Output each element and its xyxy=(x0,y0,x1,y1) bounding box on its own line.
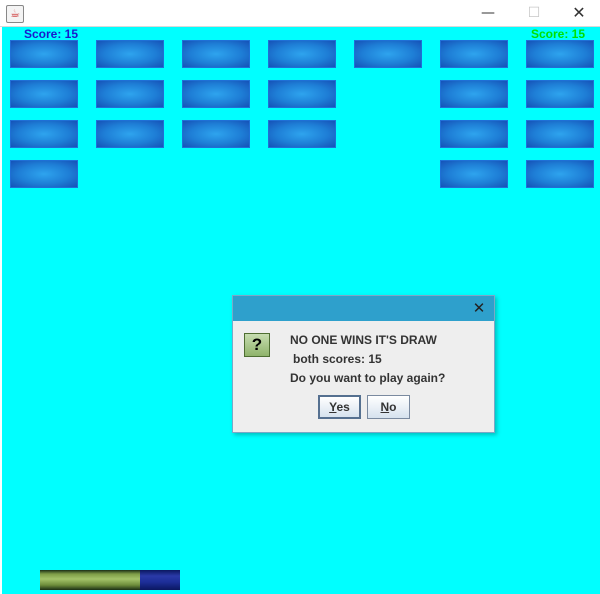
close-button[interactable]: ✕ xyxy=(556,0,600,26)
brick xyxy=(526,40,594,68)
yes-button[interactable]: Yes xyxy=(318,395,361,419)
brick xyxy=(268,80,336,108)
left-player-score: Score: 15 xyxy=(24,27,79,41)
brick xyxy=(96,120,164,148)
brick xyxy=(10,160,78,188)
brick xyxy=(268,40,336,68)
brick xyxy=(526,120,594,148)
yes-label-rest: es xyxy=(336,400,350,414)
dialog-message-prompt: Do you want to play again? xyxy=(290,371,446,385)
question-icon: ? xyxy=(244,333,270,357)
brick xyxy=(182,40,250,68)
no-button[interactable]: No xyxy=(367,395,410,419)
paddle-right-segment xyxy=(140,570,180,590)
brick xyxy=(354,40,422,68)
brick xyxy=(10,80,78,108)
no-label-rest: o xyxy=(389,400,397,414)
brick xyxy=(182,120,250,148)
brick xyxy=(182,80,250,108)
minimize-button[interactable]: — xyxy=(465,0,511,26)
brick xyxy=(10,40,78,68)
brick xyxy=(96,40,164,68)
window-titlebar: ☕ — ☐ ✕ xyxy=(0,0,600,27)
game-over-dialog: ✕ ? NO ONE WINS IT'S DRAW both scores: 1… xyxy=(232,295,495,433)
paddle[interactable] xyxy=(40,570,180,590)
dialog-titlebar: ✕ xyxy=(233,296,494,321)
brick xyxy=(526,160,594,188)
brick xyxy=(10,120,78,148)
brick xyxy=(268,120,336,148)
java-cup-icon: ☕ xyxy=(6,5,24,23)
paddle-left-segment xyxy=(40,570,140,590)
brick xyxy=(96,80,164,108)
dialog-message-scores: both scores: 15 xyxy=(293,352,382,366)
brick xyxy=(526,80,594,108)
brick xyxy=(440,40,508,68)
dialog-message-title: NO ONE WINS IT'S DRAW xyxy=(290,333,437,347)
maximize-button[interactable]: ☐ xyxy=(511,0,557,26)
brick xyxy=(440,80,508,108)
no-accelerator: N xyxy=(380,400,390,414)
dialog-close-button[interactable]: ✕ xyxy=(471,298,487,318)
right-player-score: Score: 15 xyxy=(530,27,585,41)
brick xyxy=(440,160,508,188)
brick xyxy=(440,120,508,148)
